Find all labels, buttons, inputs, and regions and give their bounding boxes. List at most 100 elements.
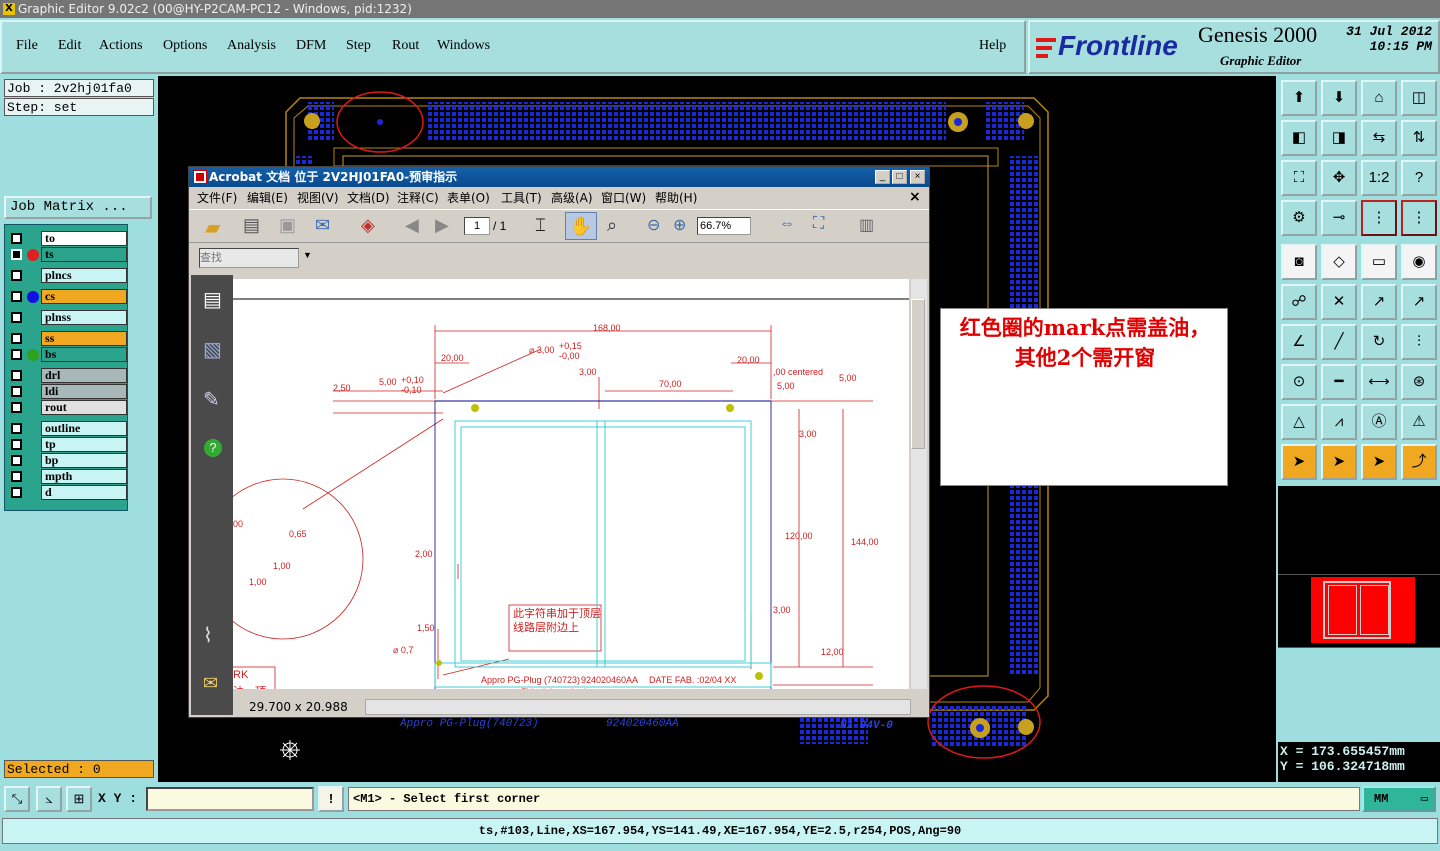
xy-input[interactable] <box>146 787 314 811</box>
layer-row-tp[interactable]: tp <box>7 437 127 452</box>
horizontal-scrollbar[interactable] <box>365 699 911 715</box>
menu-actions[interactable]: Actions <box>99 38 143 54</box>
signatures-icon[interactable]: ✎ <box>203 387 220 412</box>
layer-name[interactable]: drl <box>41 368 127 383</box>
vertical-scrollbar[interactable] <box>911 279 927 689</box>
layer-row-d[interactable]: d <box>7 485 127 500</box>
zoom-in-icon[interactable]: ⊕ <box>673 215 686 235</box>
layer-name[interactable]: bs <box>41 347 127 362</box>
layer-name[interactable]: mpth <box>41 469 127 484</box>
split-view-icon[interactable]: ◫ <box>1401 80 1437 116</box>
edit-shape-icon[interactable]: ◇ <box>1321 244 1357 280</box>
layer-checkbox[interactable] <box>11 439 22 450</box>
help-icon[interactable]: ? <box>204 439 222 457</box>
layer-name[interactable]: to <box>41 231 127 246</box>
move-point-icon[interactable]: ↗ <box>1361 284 1397 320</box>
layer-row-ldi[interactable]: ldi <box>7 384 127 399</box>
layer-row-outline[interactable]: outline <box>7 421 127 436</box>
zoom-out-icon[interactable]: ⊖ <box>647 215 660 235</box>
left-layer-icon[interactable]: ◧ <box>1281 120 1317 156</box>
layer-row-bp[interactable]: bp <box>7 453 127 468</box>
acrobat-menu-item[interactable]: 文档(D) <box>347 189 390 206</box>
triangle-mark-icon[interactable]: ⚠ <box>1401 404 1437 440</box>
layer-row-plncs[interactable]: plncs <box>7 268 127 283</box>
acrobat-menu-item[interactable]: 帮助(H) <box>655 189 697 206</box>
zoom-level-select[interactable]: 66.7% <box>697 217 751 235</box>
layer-name[interactable]: outline <box>41 421 127 436</box>
pdf-page[interactable]: 168,00 ⌀ 3,00 +0,15 -0,00 20,00 20,00 ,00 cent… <box>233 279 909 689</box>
page-number-input[interactable] <box>464 217 490 235</box>
measure-icon[interactable]: ⦣ <box>36 786 62 812</box>
acrobat-menu-item[interactable]: 高级(A) <box>551 189 593 206</box>
acrobat-menu-close-icon[interactable]: × <box>909 189 921 205</box>
minimize-button[interactable]: _ <box>875 170 890 184</box>
measure-gap-icon[interactable]: ⟷ <box>1361 364 1397 400</box>
center-icon[interactable]: ✥ <box>1321 160 1357 196</box>
nodes-icon[interactable]: ☍ <box>1281 284 1317 320</box>
fit-width-icon[interactable]: ⇔ <box>779 215 795 233</box>
layer-name[interactable]: rout <box>41 400 127 415</box>
step-down-icon[interactable]: ⬇ <box>1321 80 1357 116</box>
layer-name[interactable]: ldi <box>41 384 127 399</box>
connect-icon[interactable]: ↗ <box>1401 284 1437 320</box>
search-dropdown-icon[interactable]: ▼ <box>303 250 312 260</box>
acrobat-menu-item[interactable]: 视图(V) <box>297 189 339 206</box>
job-matrix-button[interactable]: Job Matrix ... <box>4 196 152 219</box>
acrobat-menu-item[interactable]: 表单(O) <box>447 189 490 206</box>
reading-mode-icon[interactable]: ▥ <box>859 215 874 235</box>
zoom-area-icon[interactable]: ⤡ <box>4 786 30 812</box>
query-icon[interactable]: ? <box>1401 160 1437 196</box>
prev-page-icon[interactable]: ◀ <box>405 215 419 236</box>
search-input[interactable] <box>199 248 299 268</box>
menu-options[interactable]: Options <box>163 38 207 54</box>
menu-step[interactable]: Step <box>346 38 371 54</box>
layer-name[interactable]: ts <box>41 247 127 262</box>
maximize-button[interactable]: □ <box>892 170 907 184</box>
layer-settings-icon[interactable]: ⚙ <box>1281 200 1317 236</box>
menu-file[interactable]: File <box>16 38 38 54</box>
print-icon[interactable]: ▤ <box>243 215 260 236</box>
acrobat-menu-item[interactable]: 窗口(W) <box>601 189 646 206</box>
home-icon[interactable]: ⌂ <box>1361 80 1397 116</box>
select-box-icon[interactable]: ➤ <box>1321 444 1357 480</box>
layer-checkbox[interactable] <box>11 312 22 323</box>
acrobat-window[interactable]: Acrobat 文档 位于 2V2HJ01FA0-预审指示 _ □ × 文件(F… <box>188 166 930 732</box>
layer-checkbox[interactable] <box>11 402 22 413</box>
acrobat-menu-item[interactable]: 编辑(E) <box>247 189 288 206</box>
layer-row-to[interactable]: to <box>7 231 127 246</box>
select-cursor-icon[interactable]: ➤ <box>1361 444 1397 480</box>
layer-row-cs[interactable]: cs <box>7 289 127 304</box>
swap-icon[interactable]: ⇆ <box>1361 120 1397 156</box>
snapshot-icon[interactable]: ◙ <box>1281 244 1317 280</box>
pages-icon[interactable]: ▤ <box>203 287 222 312</box>
select-tool-icon[interactable]: ⌶ <box>535 215 546 236</box>
acrobat-menu-item[interactable]: 工具(T) <box>501 189 542 206</box>
close-button[interactable]: × <box>910 170 925 184</box>
bookmarks-icon[interactable]: ▧ <box>203 337 222 362</box>
grid-icon[interactable]: ⊞ <box>66 786 92 812</box>
alert-icon[interactable]: ! <box>318 786 344 812</box>
layer-row-plnss[interactable]: plnss <box>7 310 127 325</box>
layer-name[interactable]: ss <box>41 331 127 346</box>
layer-row-drl[interactable]: drl <box>7 368 127 383</box>
layer-row-ts[interactable]: ts <box>7 247 127 262</box>
menu-windows[interactable]: Windows <box>437 38 490 54</box>
layer-checkbox[interactable] <box>11 291 22 302</box>
layer-row-rout[interactable]: rout <box>7 400 127 415</box>
layer-name[interactable]: plnss <box>41 310 127 325</box>
select-net-icon[interactable]: ⤴ <box>1401 444 1437 480</box>
layer-name[interactable]: plncs <box>41 268 127 283</box>
angle-icon[interactable]: ∠ <box>1281 324 1317 360</box>
net-icon[interactable]: ⋮ <box>1401 200 1437 236</box>
point-icon[interactable]: ⊙ <box>1281 364 1317 400</box>
fit-page-icon[interactable]: ⛶ <box>813 215 824 233</box>
layer-checkbox[interactable] <box>11 349 22 360</box>
layer-checkbox[interactable] <box>11 370 22 381</box>
units-select[interactable]: MM ▭ <box>1362 786 1436 812</box>
layer-name[interactable]: bp <box>41 453 127 468</box>
pad-icon[interactable]: ◉ <box>1401 244 1437 280</box>
layer-row-mpth[interactable]: mpth <box>7 469 127 484</box>
step-up-icon[interactable]: ⬆ <box>1281 80 1317 116</box>
layer-checkbox[interactable] <box>11 249 22 260</box>
hand-tool-icon[interactable]: ✋ <box>565 212 597 240</box>
